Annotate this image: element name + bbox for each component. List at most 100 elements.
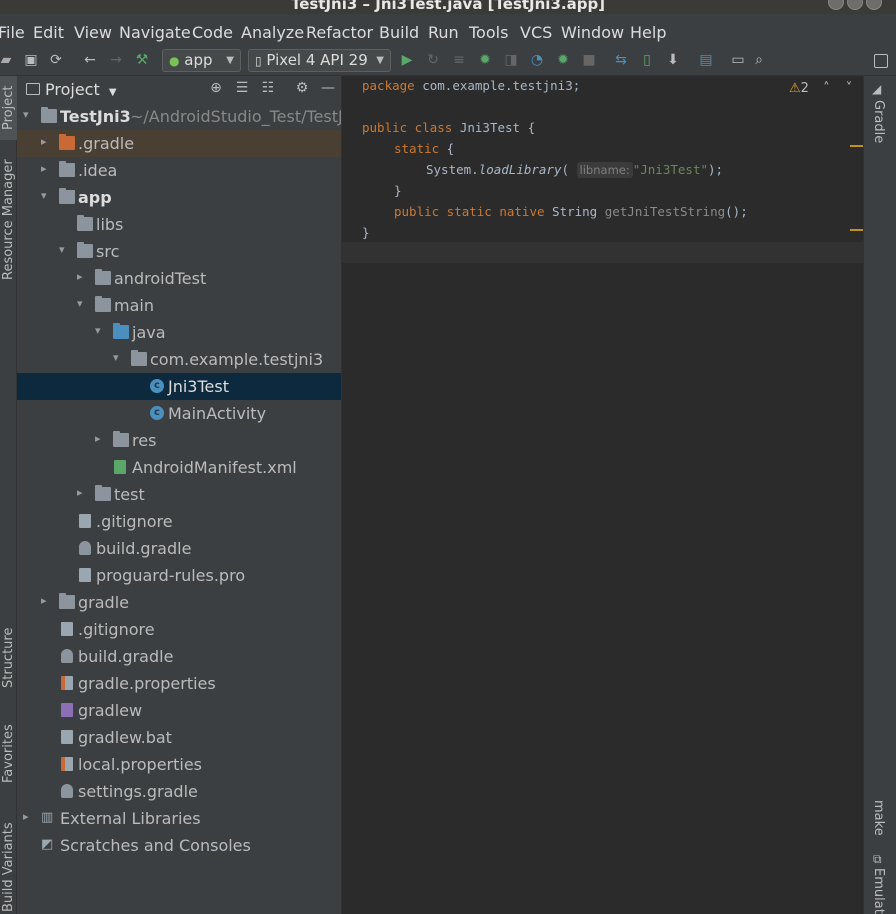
method-name: getJniTestString (597, 204, 726, 219)
tree-node-scratches[interactable]: ◩ Scratches and Consoles (17, 832, 341, 859)
warning-marker[interactable] (850, 145, 863, 147)
avd-manager-icon[interactable]: ▯ (639, 52, 655, 68)
project-view-selector[interactable]: Project ▼ (45, 80, 117, 99)
locate-file-icon[interactable]: ⊕ (208, 80, 224, 96)
gradle-file-icon (61, 784, 73, 798)
tree-node-gradle-dir[interactable]: ▸ .gradle (17, 130, 341, 157)
method-call: loadLibrary (478, 162, 562, 177)
hide-panel-icon[interactable]: — (320, 80, 336, 96)
tree-node-res[interactable]: ▸ res (17, 427, 341, 454)
debug-icon[interactable]: ✹ (477, 52, 493, 68)
menu-view[interactable]: View (74, 23, 112, 42)
folder-icon (59, 161, 75, 177)
tree-node-gradlew-bat[interactable]: gradlew.bat (17, 724, 341, 751)
gradle-sync-icon[interactable]: ⇆ (613, 52, 629, 68)
tree-node-gradle-properties[interactable]: gradle.properties (17, 670, 341, 697)
tree-node-gradlew[interactable]: gradlew (17, 697, 341, 724)
inspection-widget[interactable]: ⚠2 ˄ ˅ (789, 81, 852, 96)
search-icon[interactable]: ⌕ (751, 52, 767, 68)
warning-count: 2 (800, 81, 809, 96)
tree-node-root-build-gradle[interactable]: build.gradle (17, 643, 341, 670)
menu-code[interactable]: Code (192, 23, 233, 42)
menu-build[interactable]: Build (379, 23, 419, 42)
run-icon[interactable]: ▶ (399, 52, 415, 68)
code-text: System. (426, 162, 479, 177)
tree-node-local-properties[interactable]: local.properties (17, 751, 341, 778)
device-select[interactable]: ▯ Pixel 4 API 29 ▼ (248, 49, 391, 72)
sync-icon[interactable]: ⟳ (48, 52, 64, 68)
tree-node-app-gitignore[interactable]: .gitignore (17, 508, 341, 535)
stop-icon[interactable]: ■ (581, 52, 597, 68)
properties-file-icon (61, 757, 73, 771)
tab-structure[interactable]: Structure (0, 624, 17, 704)
tree-node-root-gitignore[interactable]: .gitignore (17, 616, 341, 643)
tab-emulator[interactable]: Emulator (871, 868, 886, 914)
folder-icon (77, 242, 93, 258)
project-structure-icon[interactable]: ▤ (698, 52, 714, 68)
open-folder-icon[interactable]: ▰ (0, 52, 14, 68)
tab-build-variants[interactable]: Build Variants (0, 816, 17, 914)
tree-node-src[interactable]: ▾ src (17, 238, 341, 265)
code-editor[interactable]: package com.example.testjni3; public cla… (341, 76, 864, 914)
tree-node-label: gradlew.bat (78, 728, 172, 747)
menu-edit[interactable]: Edit (33, 23, 64, 42)
tree-node-test[interactable]: ▸ test (17, 481, 341, 508)
tab-resource-manager[interactable]: Resource Manager (0, 159, 17, 292)
tree-node-project-root[interactable]: ▾ TestJni3 ~/AndroidStudio_Test/TestJni3 (17, 103, 341, 130)
tree-node-label: settings.gradle (78, 782, 198, 801)
chevron-down-icon[interactable]: ˅ (846, 81, 853, 96)
project-panel-header: Project ▼ ⊕ ☰ ☷ ⚙ — (17, 76, 341, 102)
menu-window[interactable]: Window (561, 23, 624, 42)
tree-node-main[interactable]: ▾ main (17, 292, 341, 319)
warning-marker[interactable] (850, 229, 863, 231)
tab-gradle[interactable]: Gradle (871, 100, 886, 143)
layout-inspector-icon[interactable]: ▭ (730, 52, 746, 68)
toolbar-overflow-icon[interactable] (874, 54, 888, 68)
coverage-icon[interactable]: ◨ (503, 52, 519, 68)
tree-node-app[interactable]: ▾ app (17, 184, 341, 211)
apply-changes-icon[interactable]: ↻ (425, 52, 441, 68)
chevron-up-icon[interactable]: ˄ (823, 81, 830, 96)
class-name: Jni3Test (452, 120, 521, 135)
tab-make[interactable]: make (871, 800, 886, 836)
tab-favorites[interactable]: Favorites (0, 721, 17, 799)
menu-refactor[interactable]: Refactor (306, 23, 373, 42)
tab-project[interactable]: Project (0, 76, 17, 140)
back-arrow-icon[interactable]: ← (82, 52, 98, 68)
tree-node-package[interactable]: ▾ com.example.testjni3 (17, 346, 341, 373)
menu-analyze[interactable]: Analyze (241, 23, 304, 42)
tree-node-libs[interactable]: libs (17, 211, 341, 238)
tree-node-gradle-folder[interactable]: ▸ gradle (17, 589, 341, 616)
attach-debugger-icon[interactable]: ✹ (555, 52, 571, 68)
tree-node-external-libraries[interactable]: ▸ ▥ External Libraries (17, 805, 341, 832)
emulator-icon: ⧉ (873, 852, 882, 866)
gear-icon[interactable]: ⚙ (294, 80, 310, 96)
sdk-manager-icon[interactable]: ⬇ (665, 52, 681, 68)
chevron-right-icon: ▸ (77, 486, 83, 499)
tree-node-proguard[interactable]: proguard-rules.pro (17, 562, 341, 589)
tree-node-jni3test[interactable]: c Jni3Test (17, 373, 341, 400)
build-hammer-icon[interactable]: ⚒ (134, 52, 150, 68)
forward-arrow-icon[interactable]: → (108, 52, 124, 68)
menu-run[interactable]: Run (428, 23, 459, 42)
chevron-right-icon: ▸ (41, 594, 47, 607)
expand-all-icon[interactable]: ☰ (234, 80, 250, 96)
tree-node-idea-dir[interactable]: ▸ .idea (17, 157, 341, 184)
collapse-all-icon[interactable]: ☷ (260, 80, 276, 96)
tree-node-androidtest[interactable]: ▸ androidTest (17, 265, 341, 292)
scratches-icon: ◩ (41, 837, 54, 852)
tree-node-java[interactable]: ▾ java (17, 319, 341, 346)
menu-tools[interactable]: Tools (469, 23, 508, 42)
tree-node-settings-gradle[interactable]: settings.gradle (17, 778, 341, 805)
menu-navigate[interactable]: Navigate (119, 23, 191, 42)
menu-vcs[interactable]: VCS (520, 23, 552, 42)
tree-node-app-build-gradle[interactable]: build.gradle (17, 535, 341, 562)
apply-code-changes-icon[interactable]: ≡ (451, 52, 467, 68)
tree-node-manifest[interactable]: AndroidManifest.xml (17, 454, 341, 481)
menu-help[interactable]: Help (630, 23, 666, 42)
run-config-select[interactable]: ● app ▼ (162, 49, 241, 72)
menu-file[interactable]: File (0, 23, 25, 42)
tree-node-mainactivity[interactable]: c MainActivity (17, 400, 341, 427)
profile-icon[interactable]: ◔ (529, 52, 545, 68)
save-icon[interactable]: ▣ (23, 52, 39, 68)
